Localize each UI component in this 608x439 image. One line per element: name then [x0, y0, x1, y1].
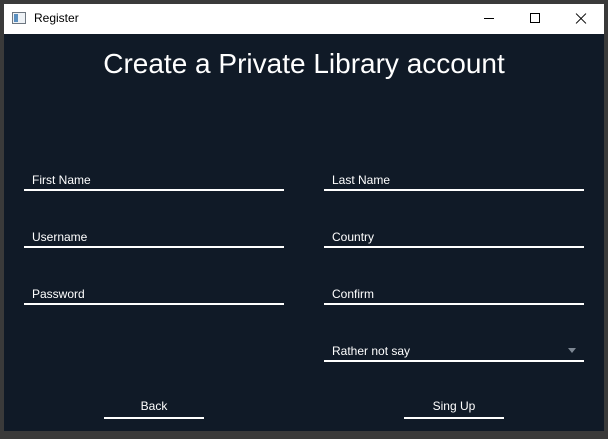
close-icon[interactable]	[558, 4, 604, 34]
first-name-field[interactable]: First Name	[24, 169, 284, 191]
first-name-placeholder: First Name	[32, 173, 91, 187]
password-field[interactable]: Password	[24, 283, 284, 305]
password-placeholder: Password	[32, 287, 85, 301]
chevron-down-icon[interactable]	[568, 348, 576, 353]
maximize-icon[interactable]	[512, 4, 558, 34]
last-name-field[interactable]: Last Name	[324, 169, 584, 191]
country-placeholder: Country	[332, 230, 375, 244]
title-bar[interactable]: Register	[4, 4, 604, 34]
last-name-placeholder: Last Name	[332, 173, 391, 187]
desktop-frame: Register Create a Private Library accoun…	[0, 0, 608, 439]
gender-select[interactable]: Rather not say	[324, 340, 584, 362]
window-app-icon	[12, 12, 26, 24]
minimize-icon[interactable]	[466, 4, 512, 34]
gender-select-value: Rather not say	[332, 344, 411, 358]
username-field[interactable]: Username	[24, 226, 284, 248]
confirm-password-field[interactable]: Confirm	[324, 283, 584, 305]
username-placeholder: Username	[32, 230, 88, 244]
register-window: Register Create a Private Library accoun…	[4, 4, 604, 431]
signup-button[interactable]: Sing Up	[404, 397, 504, 419]
country-field[interactable]: Country	[324, 226, 584, 248]
back-button[interactable]: Back	[104, 397, 204, 419]
page-title: Create a Private Library account	[103, 48, 505, 79]
confirm-placeholder: Confirm	[332, 287, 375, 301]
window-title: Register	[34, 11, 79, 25]
